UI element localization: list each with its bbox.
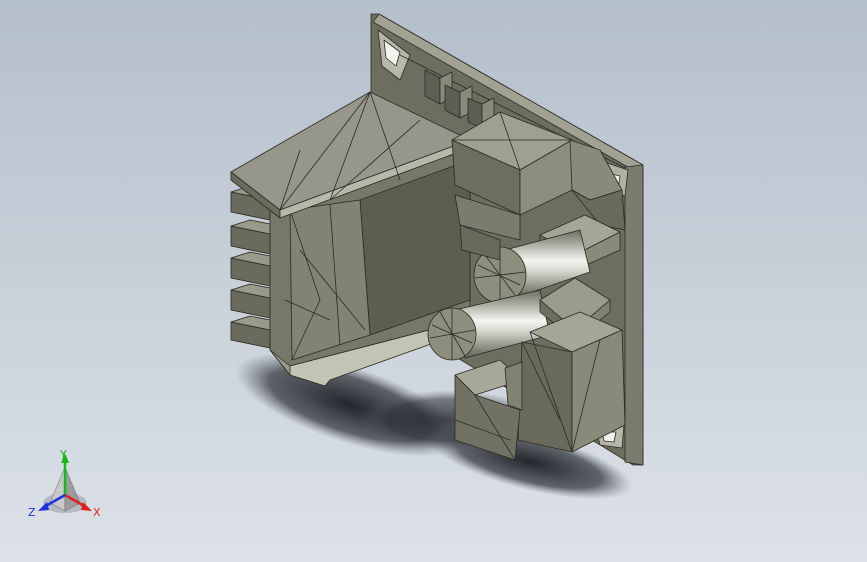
triad-face-right (64, 466, 81, 512)
triad-face-left (49, 466, 66, 512)
x-axis-label: X (93, 506, 101, 519)
y-axis-label: Y (59, 448, 67, 461)
lower-right-block (517, 311, 626, 453)
axis-triad[interactable]: Y X Z (20, 445, 110, 525)
cad-viewport[interactable]: Y X Z (0, 0, 867, 562)
z-axis-label: Z (28, 506, 36, 519)
cad-model-view[interactable] (0, 0, 867, 562)
